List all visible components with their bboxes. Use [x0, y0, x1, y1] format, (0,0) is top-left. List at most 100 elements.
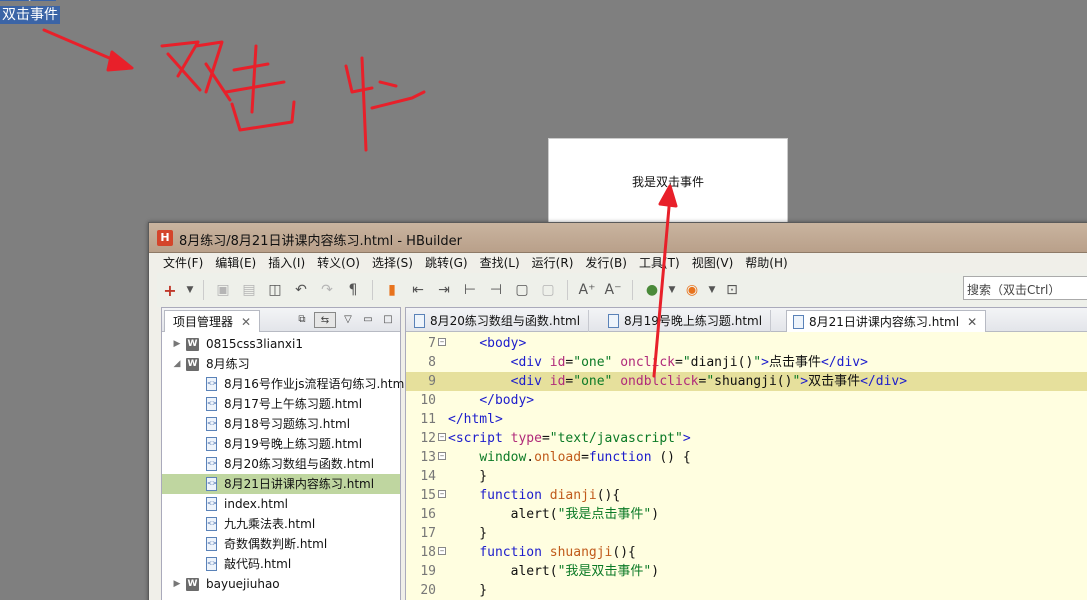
- line-number: 13: [420, 450, 436, 465]
- run-icon[interactable]: ●: [639, 278, 665, 302]
- tree-project[interactable]: ▶ W 0815css3lianxi1: [162, 334, 400, 354]
- html-file-icon: <>: [206, 497, 217, 511]
- tab-editor-file-active[interactable]: 8月21日讲课内容练习.html ✕: [786, 310, 987, 332]
- tree-project[interactable]: ▶ Wbayuejiuhao: [162, 574, 400, 594]
- font-decrease-icon[interactable]: A⁻: [600, 278, 626, 302]
- chevron-right-icon[interactable]: ▶: [172, 334, 182, 354]
- fold-icon[interactable]: −: [438, 433, 446, 441]
- menu-help[interactable]: 帮助(H): [739, 254, 793, 272]
- menu-goto[interactable]: 跳转(G): [419, 254, 474, 272]
- code-area[interactable]: 7− <body> 8 <div id="one" onclick="dianj…: [406, 334, 1087, 600]
- handwriting-shi: [344, 56, 426, 152]
- minimize-icon[interactable]: ▭: [360, 312, 376, 328]
- menu-select[interactable]: 选择(S): [366, 254, 419, 272]
- close-icon[interactable]: ✕: [241, 315, 251, 329]
- tab-editor-file[interactable]: 8月19号晚上练习题.html: [602, 310, 772, 332]
- code-text: </body>: [479, 393, 535, 408]
- tree-file[interactable]: <> 奇数偶数判断.html: [162, 534, 400, 554]
- browser-dropdown-icon[interactable]: ▼: [705, 278, 719, 302]
- tree-project[interactable]: ◢ W 8月练习: [162, 354, 400, 374]
- debug-icon[interactable]: ⊡: [719, 278, 745, 302]
- menu-file[interactable]: 文件(F): [157, 254, 209, 272]
- format-icon[interactable]: ¶: [340, 278, 366, 302]
- search-input[interactable]: 搜索（双击Ctrl）: [963, 276, 1087, 300]
- line-number: 14: [420, 469, 436, 484]
- tree-file[interactable]: <> 8月20练习数组与函数.html: [162, 454, 400, 474]
- tree-file[interactable]: <> index.html: [162, 494, 400, 514]
- menu-insert[interactable]: 插入(I): [262, 254, 311, 272]
- redo-icon[interactable]: ↷: [314, 278, 340, 302]
- code-line: 13− window.onload=function () {: [406, 448, 1087, 467]
- tree-file[interactable]: <> 8月17号上午练习题.html: [162, 394, 400, 414]
- menu-escape[interactable]: 转义(O): [311, 254, 366, 272]
- tree-label: 奇数偶数判断.html: [224, 537, 328, 551]
- code-text: <div id="one" ondblclick="shuangji()">双击…: [510, 374, 908, 389]
- save-icon[interactable]: ▣: [210, 278, 236, 302]
- line-number: 15: [420, 488, 436, 503]
- link-editor-icon[interactable]: ⇆: [314, 312, 336, 328]
- code-line: 19 alert("我是双击事件"): [406, 562, 1087, 581]
- line-number: 16: [420, 507, 436, 522]
- tree-label: 0815css3lianxi1: [206, 337, 303, 351]
- code-text: function dianji(){: [479, 488, 621, 503]
- alert-dialog: 我是双击事件: [548, 138, 788, 224]
- tab-project-manager[interactable]: 项目管理器 ✕: [164, 310, 261, 332]
- tree-file[interactable]: <> 8月19号晚上练习题.html: [162, 434, 400, 454]
- menu-edit[interactable]: 编辑(E): [209, 254, 262, 272]
- code-line: 8 <div id="one" onclick="dianji()">点击事件<…: [406, 353, 1087, 372]
- undo-icon[interactable]: ↶: [288, 278, 314, 302]
- html-file-icon: <>: [206, 377, 217, 391]
- save-all-icon[interactable]: ▤: [236, 278, 262, 302]
- view-menu-icon[interactable]: ▽: [340, 312, 356, 328]
- bookmark-icon[interactable]: ▮: [379, 278, 405, 302]
- menu-publish[interactable]: 发行(B): [579, 254, 633, 272]
- code-text: alert("我是点击事件"): [448, 507, 660, 522]
- panel-tools: ⧉ ⇆ ▽ ▭ □: [294, 312, 396, 328]
- menu-tools[interactable]: 工具(T): [633, 254, 686, 272]
- run-dropdown-icon[interactable]: ▼: [665, 278, 679, 302]
- chevron-right-icon[interactable]: ▶: [172, 574, 182, 594]
- collapse-all-icon[interactable]: ⧉: [294, 312, 310, 328]
- code-text: }: [448, 583, 488, 598]
- dblclick-div-text[interactable]: 双击事件: [0, 6, 60, 24]
- new-dropdown-icon[interactable]: ▼: [183, 278, 197, 302]
- collapse-icon[interactable]: ⊢: [457, 278, 483, 302]
- chevron-down-icon[interactable]: ◢: [172, 354, 182, 374]
- toolbar-separator: [372, 280, 373, 300]
- fold-icon[interactable]: −: [438, 547, 446, 555]
- fold-icon[interactable]: −: [438, 338, 446, 346]
- alert-message: 我是双击事件: [631, 175, 704, 189]
- new-file-icon[interactable]: +: [157, 278, 183, 302]
- uncomment-icon[interactable]: ▢: [535, 278, 561, 302]
- close-icon[interactable]: ✕: [967, 315, 977, 329]
- project-tree: ▶ W 0815css3lianxi1 ◢ W 8月练习 <> 8月16号作业js流程语句…: [162, 334, 404, 594]
- fold-icon[interactable]: −: [438, 490, 446, 498]
- project-icon: W: [186, 358, 199, 371]
- tree-file[interactable]: <> 敲代码.html: [162, 554, 400, 574]
- maximize-icon[interactable]: □: [380, 312, 396, 328]
- next-edit-icon[interactable]: ⇥: [431, 278, 457, 302]
- tree-file-selected[interactable]: <> 8月21日讲课内容练习.html: [162, 474, 400, 494]
- menu-run[interactable]: 运行(R): [526, 254, 580, 272]
- line-number: 12: [420, 431, 436, 446]
- comment-icon[interactable]: ▢: [509, 278, 535, 302]
- menu-view[interactable]: 视图(V): [686, 254, 740, 272]
- tree-label: 8月20练习数组与函数.html: [224, 457, 375, 471]
- tab-label: 项目管理器: [173, 315, 234, 329]
- fold-icon[interactable]: −: [438, 452, 446, 460]
- tree-file[interactable]: <> 九九乘法表.html: [162, 514, 400, 534]
- html-file-icon: [414, 314, 425, 328]
- title-bar[interactable]: H 8月练习/8月21日讲课内容练习.html - HBuilder: [149, 223, 1087, 253]
- hbuilder-window: H 8月练习/8月21日讲课内容练习.html - HBuilder 文件(F)…: [148, 222, 1087, 600]
- revert-icon[interactable]: ◫: [262, 278, 288, 302]
- code-line: 7− <body>: [406, 334, 1087, 353]
- toolbar: + ▼ ▣ ▤ ◫ ↶ ↷ ¶ ▮ ⇤ ⇥ ⊢ ⊣ ▢ ▢ A⁺ A⁻ ● ▼ …: [157, 273, 1087, 307]
- font-increase-icon[interactable]: A⁺: [574, 278, 600, 302]
- browser-icon[interactable]: ◉: [679, 278, 705, 302]
- prev-edit-icon[interactable]: ⇤: [405, 278, 431, 302]
- menu-find[interactable]: 查找(L): [474, 254, 526, 272]
- tab-editor-file[interactable]: 8月20练习数组与函数.html: [408, 310, 590, 332]
- tree-file[interactable]: <> 8月18号习题练习.html: [162, 414, 400, 434]
- expand-icon[interactable]: ⊣: [483, 278, 509, 302]
- tree-file[interactable]: <> 8月16号作业js流程语句练习.htm: [162, 374, 404, 394]
